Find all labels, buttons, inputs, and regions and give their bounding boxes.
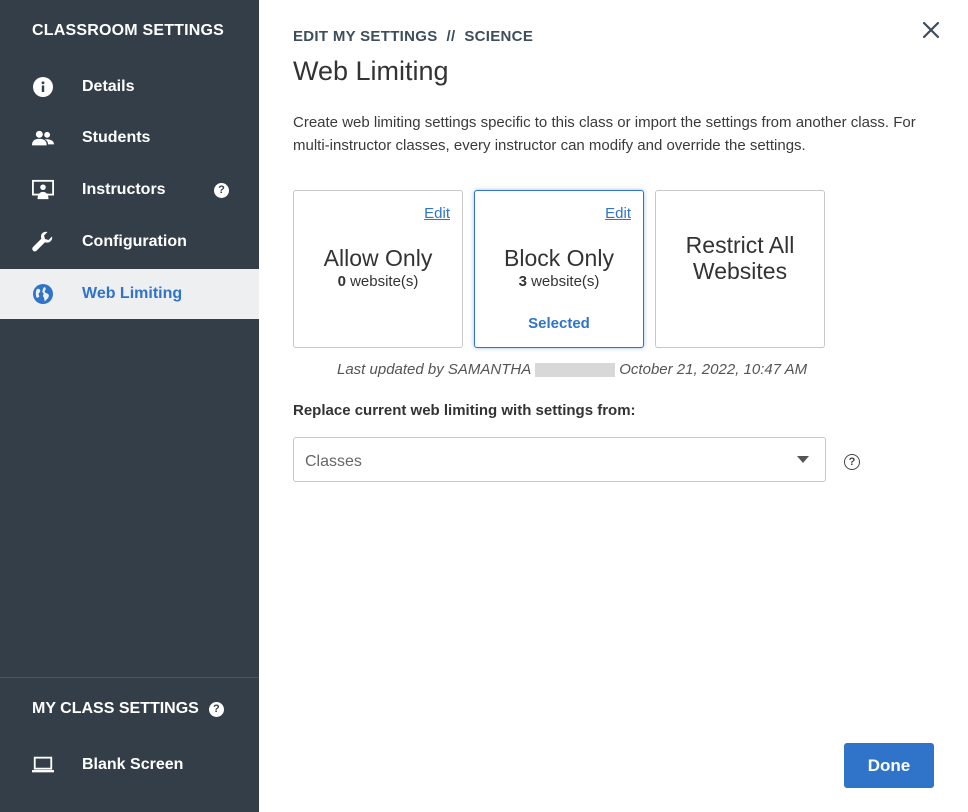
select-placeholder: Classes [305,453,362,470]
sidebar-divider [0,677,259,678]
count-suffix: website(s) [526,273,600,290]
my-class-settings-title: MY CLASS SETTINGS ? [32,700,224,718]
restrict-all-card[interactable]: Restrict All Websites [655,190,825,348]
help-icon[interactable]: ? [214,182,229,198]
laptop-icon [32,754,54,776]
sidebar-item-label: Details [82,78,135,95]
card-title-line2: Websites [692,258,788,284]
website-count: 3 website(s) [475,273,643,290]
done-button[interactable]: Done [844,743,934,788]
card-title: Allow Only [323,245,433,271]
block-only-card[interactable]: Edit Block Only 3 website(s) Selected [474,190,644,348]
help-icon[interactable]: ? [844,454,860,470]
main-panel: EDIT MY SETTINGS // SCIENCE Web Limiting… [259,0,968,812]
sidebar-item-web-limiting[interactable]: Web Limiting [0,269,259,319]
count-value: 3 [518,273,527,290]
sidebar-item-students[interactable]: Students [0,113,259,163]
last-updated-date: October 21, 2022, 10:47 AM [619,361,808,378]
globe-icon [32,283,54,305]
selected-label: Selected [528,315,590,332]
website-count: 0 website(s) [294,273,462,290]
sidebar-item-blank-screen[interactable]: Blank Screen [0,740,259,790]
people-icon [32,127,54,149]
sidebar-item-label: Web Limiting [82,285,183,302]
chevron-down-icon [797,456,809,463]
count-value: 0 [337,273,346,290]
redacted-name [535,362,616,377]
help-icon[interactable]: ? [208,701,224,717]
breadcrumb: EDIT MY SETTINGS // SCIENCE [293,28,534,45]
count-suffix: website(s) [345,273,419,290]
sidebar-item-label: Configuration [82,233,187,250]
classes-select[interactable]: Classes [293,437,826,482]
page-description: Create web limiting settings specific to… [293,114,916,154]
close-icon[interactable] [919,18,943,42]
sidebar-item-configuration[interactable]: Configuration [0,217,259,267]
card-title-line1: Restrict All [685,232,795,258]
sidebar-item-label: Blank Screen [82,756,184,773]
edit-link[interactable]: Edit [424,205,450,222]
sidebar-title: CLASSROOM SETTINGS [32,22,225,39]
allow-only-card[interactable]: Edit Allow Only 0 website(s) [293,190,463,348]
last-updated-prefix: Last updated by SAMANTHA [337,361,532,378]
replace-settings-label: Replace current web limiting with settin… [293,402,636,419]
page-title: Web Limiting [293,56,449,86]
info-icon [32,76,54,98]
sidebar-item-instructors[interactable]: Instructors ? [0,165,259,215]
my-class-settings-label: MY CLASS SETTINGS [32,700,199,717]
sidebar: CLASSROOM SETTINGS Details Students Inst… [0,0,259,812]
edit-link[interactable]: Edit [605,205,631,222]
card-title: Block Only [504,245,614,271]
presenter-icon [32,179,54,201]
sidebar-item-details[interactable]: Details [0,62,259,112]
last-updated-text: Last updated by SAMANTHA October 21, 202… [337,361,807,378]
sidebar-item-label: Students [82,129,151,146]
sidebar-item-label: Instructors [82,181,166,198]
wrench-icon [32,231,54,253]
